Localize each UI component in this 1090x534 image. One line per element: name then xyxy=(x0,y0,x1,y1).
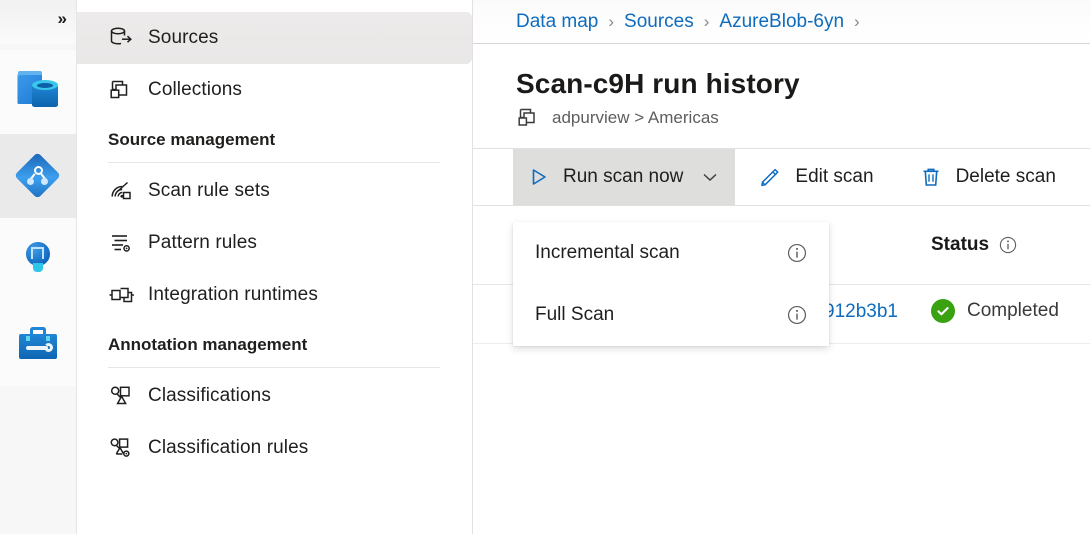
breadcrumb-separator: › xyxy=(704,12,710,32)
map-icon xyxy=(15,153,61,199)
trash-icon xyxy=(920,166,942,188)
edit-scan-button[interactable]: Edit scan xyxy=(743,149,889,205)
app-window: » xyxy=(0,0,1090,534)
success-check-icon xyxy=(931,299,955,323)
pattern-rules-icon xyxy=(108,230,148,256)
chevron-down-icon[interactable] xyxy=(701,168,719,186)
nav-item-label: Integration runtimes xyxy=(148,284,318,306)
cell-run-id[interactable]: 912b3b1 xyxy=(824,301,898,323)
nav-item-label: Pattern rules xyxy=(148,232,257,254)
rail-item-data-catalog[interactable] xyxy=(0,50,76,134)
breadcrumb-link-data-map[interactable]: Data map xyxy=(516,11,598,33)
source-database-icon xyxy=(108,25,148,51)
run-scan-dropdown-menu: Incremental scan Full Scan xyxy=(513,222,829,346)
page-title: Scan-c9H run history xyxy=(472,44,1090,100)
nav-item-label: Classification rules xyxy=(148,437,308,459)
command-toolbar: Run scan now Edit scan xyxy=(472,148,1090,206)
nav-item-label: Classifications xyxy=(148,385,271,407)
nav-item-collections[interactable]: Collections xyxy=(76,64,472,116)
nav-item-scan-rule-sets[interactable]: Scan rule sets xyxy=(76,165,472,217)
cell-status-label: Completed xyxy=(967,300,1059,322)
left-icon-rail: » xyxy=(0,0,77,534)
play-icon xyxy=(529,167,549,187)
breadcrumb: Data map › Sources › AzureBlob-6yn › xyxy=(472,0,1090,44)
dropdown-item-incremental-scan[interactable]: Incremental scan xyxy=(513,222,829,284)
nav-item-classification-rules[interactable]: Classification rules xyxy=(76,422,472,474)
rail-item-management[interactable] xyxy=(0,302,76,386)
nav-item-label: Scan rule sets xyxy=(148,180,270,202)
delete-scan-label: Delete scan xyxy=(956,166,1056,188)
integration-runtimes-icon xyxy=(108,282,148,308)
dropdown-item-label: Incremental scan xyxy=(535,242,680,264)
classification-rules-icon xyxy=(108,435,148,461)
column-header-status-label: Status xyxy=(931,234,989,256)
nav-section-annotation-management: Annotation management xyxy=(76,321,472,359)
dropdown-item-full-scan[interactable]: Full Scan xyxy=(513,284,829,346)
lightbulb-icon xyxy=(15,237,61,283)
scan-rule-sets-icon xyxy=(108,178,148,204)
info-icon[interactable] xyxy=(999,236,1017,254)
delete-scan-button[interactable]: Delete scan xyxy=(904,149,1072,205)
nav-item-label: Sources xyxy=(148,27,218,49)
nav-item-integration-runtimes[interactable]: Integration runtimes xyxy=(76,269,472,321)
run-scan-now-button[interactable]: Run scan now xyxy=(513,149,735,205)
page-subtitle: adpurview > Americas xyxy=(472,100,1090,130)
nav-item-classifications[interactable]: Classifications xyxy=(76,370,472,422)
breadcrumb-link-azureblob[interactable]: AzureBlob-6yn xyxy=(719,11,844,33)
breadcrumb-link-sources[interactable]: Sources xyxy=(624,11,694,33)
nav-divider xyxy=(108,367,440,368)
rail-item-data-map[interactable] xyxy=(0,134,76,218)
rail-header: » xyxy=(0,0,76,44)
page-subtitle-text: adpurview > Americas xyxy=(552,108,719,128)
pencil-icon xyxy=(759,166,781,188)
collections-icon xyxy=(108,77,148,103)
nav-item-pattern-rules[interactable]: Pattern rules xyxy=(76,217,472,269)
nav-divider xyxy=(108,162,440,163)
edit-scan-label: Edit scan xyxy=(795,166,873,188)
classifications-icon xyxy=(108,383,148,409)
cell-status: Completed xyxy=(931,299,1059,323)
toolbox-icon xyxy=(15,321,61,367)
column-header-status: Status xyxy=(931,234,1017,256)
collection-icon xyxy=(516,106,542,130)
nav-panel: Sources Collections Source management xyxy=(76,0,473,534)
nav-section-source-management: Source management xyxy=(76,116,472,154)
rail-item-insights[interactable] xyxy=(0,218,76,302)
breadcrumb-separator-trailing: › xyxy=(854,12,860,32)
dropdown-item-label: Full Scan xyxy=(535,304,614,326)
breadcrumb-separator: › xyxy=(608,12,614,32)
info-icon[interactable] xyxy=(787,243,807,263)
expand-collapse-icon[interactable]: » xyxy=(58,10,66,27)
catalog-icon xyxy=(15,69,61,115)
nav-item-sources[interactable]: Sources xyxy=(76,12,472,64)
nav-item-label: Collections xyxy=(148,79,242,101)
info-icon[interactable] xyxy=(787,305,807,325)
run-scan-now-label: Run scan now xyxy=(563,166,683,188)
